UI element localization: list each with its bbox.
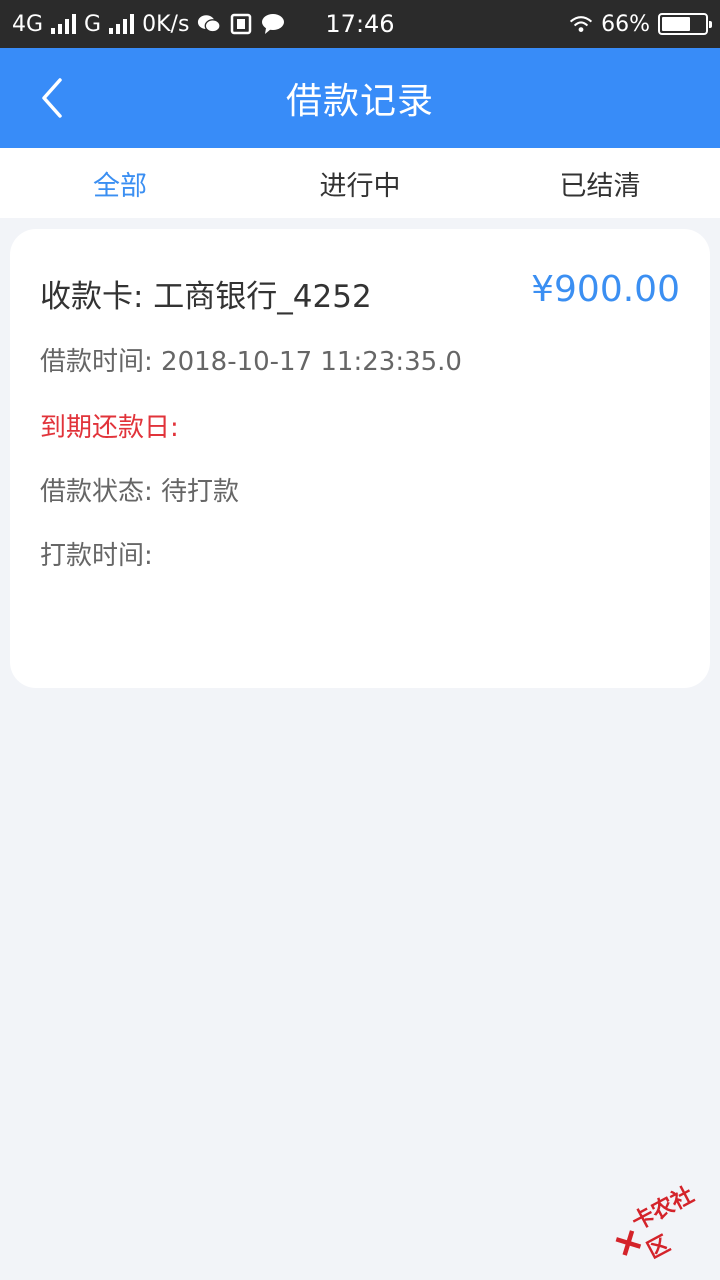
network-speed: 0K/s [142,11,190,37]
app-notification-icon [229,13,253,35]
page-title: 借款记录 [285,81,434,122]
status-left: 4G G 0K/s [12,12,285,37]
loan-amount: ¥900.00 [531,269,680,310]
network-type-2: G [84,11,102,37]
status-bar: 4G G 0K/s 17:46 66% [0,0,720,48]
app-header: 借款记录 [0,48,720,148]
tab-settled[interactable]: 已结清 [480,148,720,218]
payment-time: 打款时间: [40,541,153,571]
due-date: 到期还款日: [40,413,179,443]
message-icon [261,13,285,35]
wifi-icon [569,13,593,35]
watermark: 卡农社区 [601,1168,720,1280]
network-type-1: 4G [12,11,44,37]
wechat-icon [197,13,222,35]
signal-icon [51,14,77,34]
status-right: 66% [569,11,712,37]
tab-in-progress[interactable]: 进行中 [240,148,480,218]
signal-icon-2 [109,14,135,34]
tab-bar: 全部 进行中 已结清 [0,148,720,218]
tab-all[interactable]: 全部 [0,148,240,218]
borrow-time: 借款时间: 2018-10-17 11:23:35.0 [40,347,462,377]
back-button[interactable] [28,76,76,120]
loan-record-card[interactable]: 收款卡: 工商银行_4252 ¥900.00 借款时间: 2018-10-17 … [10,229,710,688]
battery-percent: 66% [601,11,650,37]
loan-status: 借款状态: 待打款 [40,477,240,507]
battery-icon [658,13,712,35]
chevron-left-icon [42,78,62,118]
